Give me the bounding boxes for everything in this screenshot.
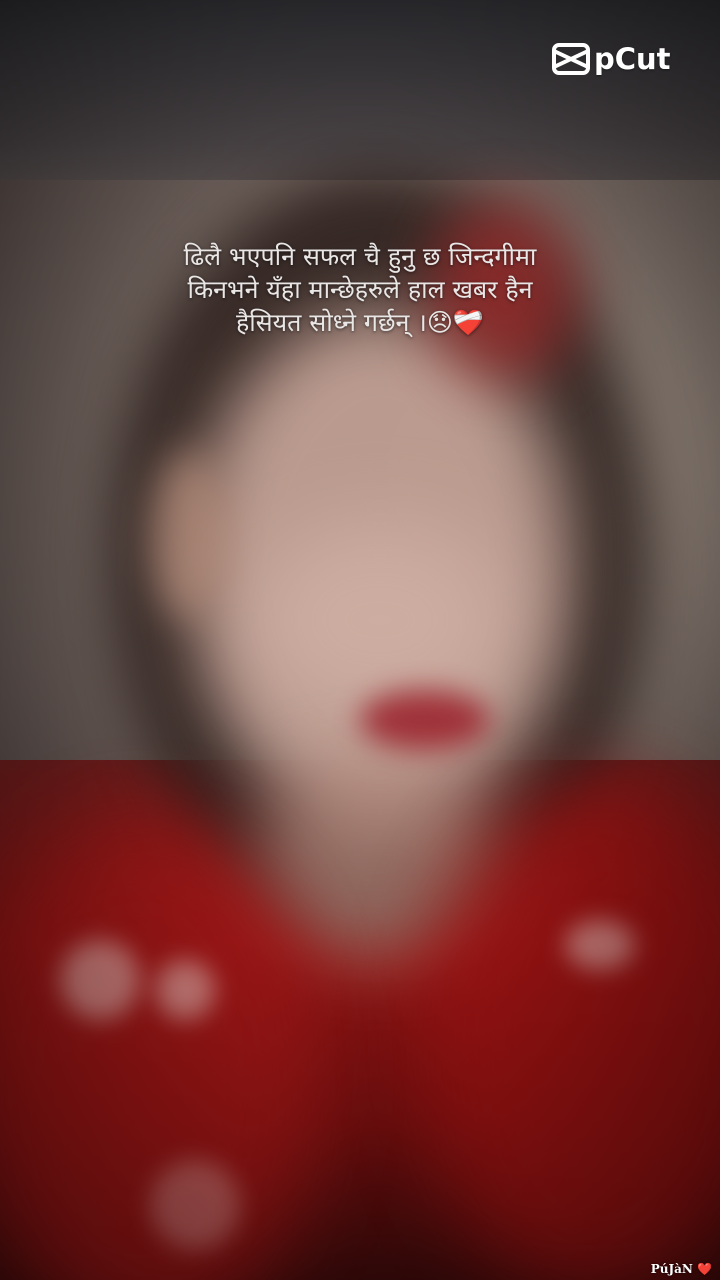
- caption-line-3: हैसियत सोध्ने गर्छन् ।😞❤️‍🩹: [235, 308, 485, 337]
- capcut-logo-text: pCut: [594, 42, 671, 76]
- watermark-signature: PúJàN ❤️: [650, 1262, 712, 1276]
- vignette-overlay: [0, 0, 720, 1280]
- caption-line-1: ढिलै भएपनि सफल चै हुनु छ जिन्दगीमा: [183, 242, 537, 271]
- capcut-logo-icon: [552, 43, 590, 75]
- caption-line-2: किनभने यँहा मान्छेहरुले हाल खबर हैन: [187, 275, 533, 304]
- capcut-logo: pCut: [552, 40, 680, 78]
- caption-text: ढिलै भएपनि सफल चै हुनु छ जिन्दगीमा किनभन…: [60, 240, 660, 339]
- blurred-photo-background: [0, 0, 720, 1280]
